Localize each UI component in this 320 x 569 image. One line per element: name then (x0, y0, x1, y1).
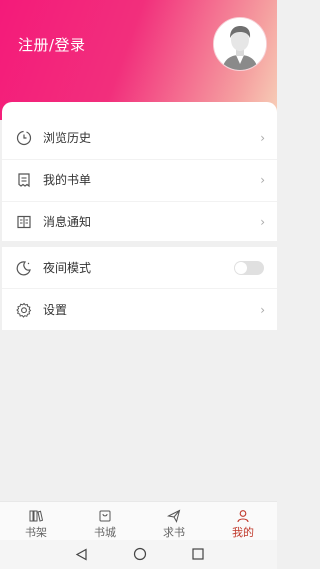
menu-item-label: 夜间模式 (43, 261, 92, 275)
menu-item-night-mode: 夜间模式 (2, 247, 277, 288)
recents-square-icon[interactable] (192, 548, 204, 560)
send-icon (167, 509, 181, 523)
receipt-icon (18, 172, 30, 187)
person-icon (237, 510, 249, 523)
tab-request-book[interactable]: 求书 (144, 502, 204, 540)
back-triangle-icon[interactable] (75, 548, 88, 561)
tab-bookshelf[interactable]: 书架 (6, 502, 66, 540)
chevron-right-icon: › (260, 172, 265, 187)
menu-item-label: 设置 (43, 303, 68, 317)
toggle-knob (235, 261, 247, 274)
chevron-right-icon: › (260, 130, 265, 145)
bag-icon (99, 510, 111, 522)
book-icon (17, 215, 31, 228)
tab-label: 书城 (94, 526, 116, 539)
menu-item-settings[interactable]: 设置 › (2, 289, 277, 330)
avatar[interactable] (213, 17, 267, 71)
moon-icon (16, 260, 31, 275)
tab-label: 求书 (163, 526, 185, 539)
menu-item-history[interactable]: 浏览历史 › (2, 117, 277, 158)
settings-card: 夜间模式 设置 › (2, 247, 277, 330)
system-navigation-bar (0, 540, 277, 569)
tab-label: 书架 (25, 526, 47, 539)
chevron-right-icon: › (260, 302, 265, 317)
clock-icon (16, 130, 32, 145)
login-register-link[interactable]: 注册/登录 (18, 34, 86, 55)
bookshelf-icon (29, 510, 43, 522)
avatar-person-icon (214, 18, 266, 70)
home-circle-icon[interactable] (133, 547, 147, 561)
menu-item-notifications[interactable]: 消息通知 › (2, 201, 277, 242)
menu-card: 浏览历史 › 我的书单 › 消息通知 › (2, 102, 277, 241)
menu-item-label: 浏览历史 (43, 131, 92, 145)
menu-item-label: 消息通知 (43, 215, 92, 229)
tab-mine[interactable]: 我的 (213, 502, 273, 540)
tab-label: 我的 (232, 526, 254, 539)
menu-item-booklist[interactable]: 我的书单 › (2, 159, 277, 200)
bottom-tab-bar: 书架 书城 求书 我的 (0, 501, 277, 540)
tab-bookstore[interactable]: 书城 (75, 502, 135, 540)
chevron-right-icon: › (260, 214, 265, 229)
menu-item-label: 我的书单 (43, 173, 92, 187)
night-mode-toggle[interactable] (234, 260, 264, 275)
gear-icon (16, 302, 32, 318)
